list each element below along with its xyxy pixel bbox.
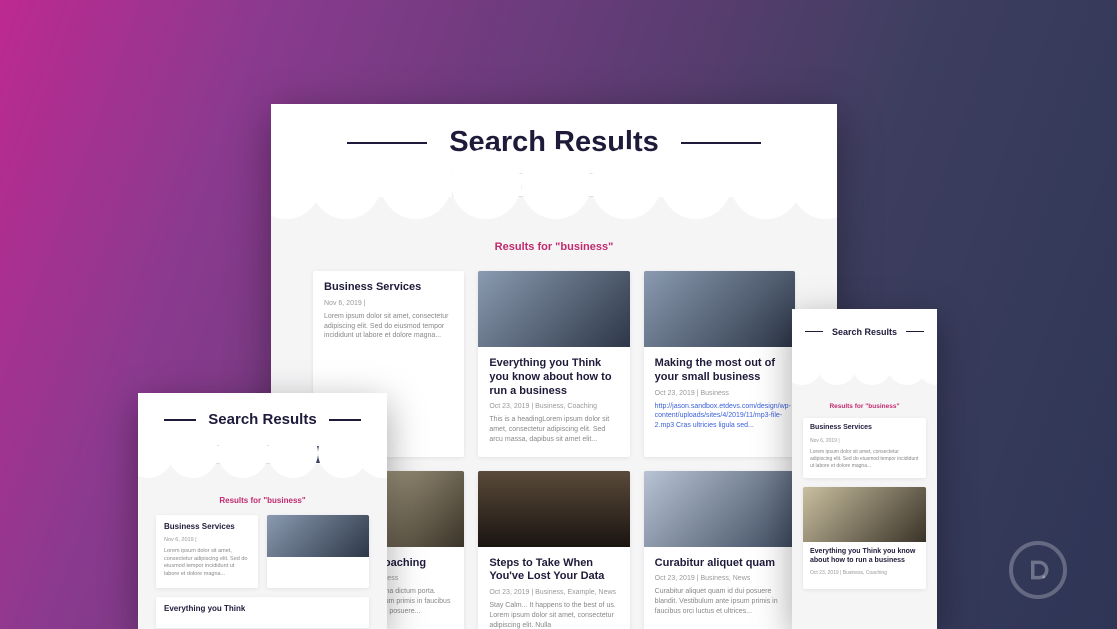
card-thumbnail <box>267 515 369 557</box>
result-card[interactable] <box>267 515 369 588</box>
result-card[interactable]: Everything you Think <box>156 597 369 628</box>
result-card[interactable]: Business Services Nov 6, 2019 | Lorem ip… <box>156 515 258 588</box>
card-title: Everything you Think you know about how … <box>810 548 919 566</box>
card-title: Curabitur aliquet quam <box>655 557 784 571</box>
card-excerpt: Lorem ipsum dolor sit amet, consectetur … <box>164 548 250 579</box>
results-label: Results for "business" <box>792 397 937 418</box>
card-title: Everything you Think you know about how … <box>489 357 618 398</box>
divider-line <box>347 142 427 144</box>
card-meta: Oct 23, 2019 | Business, News <box>655 575 784 582</box>
results-grid: Business Services Nov 6, 2019 | Lorem ip… <box>138 515 387 628</box>
tablet-preview: Search Results Search Results for "busin… <box>138 393 387 629</box>
card-meta: Nov 6, 2019 | <box>164 537 250 543</box>
divider-line <box>164 419 196 421</box>
card-excerpt: http://jason.sandbox.etdevs.com/design/w… <box>655 402 784 431</box>
card-meta: Oct 23, 2019 | Business, Coaching <box>810 570 919 576</box>
card-meta: Oct 23, 2019 | Business <box>655 390 784 397</box>
wave-divider <box>271 197 837 231</box>
card-excerpt: Lorem ipsum dolor sit amet, consectetur … <box>324 312 453 341</box>
divider-line <box>906 331 924 332</box>
card-title: Business Services <box>810 424 919 433</box>
result-card[interactable]: Everything you Think you know about how … <box>803 487 926 590</box>
divider-line <box>329 419 361 421</box>
card-title: Business Services <box>324 281 453 295</box>
divi-logo-icon <box>1009 541 1067 599</box>
divider-line <box>681 142 761 144</box>
result-card[interactable]: Everything you Think you know about how … <box>478 271 629 457</box>
result-card[interactable]: Business Services Nov 6, 2019 | Lorem ip… <box>803 418 926 478</box>
card-excerpt: Stay Calm... It happens to the best of u… <box>489 601 618 629</box>
card-meta: Oct 23, 2019 | Business, Coaching <box>489 403 618 410</box>
result-card[interactable]: Curabitur aliquet quam Oct 23, 2019 | Bu… <box>644 471 795 629</box>
page-title: Search Results <box>832 327 897 337</box>
card-thumbnail <box>803 487 926 542</box>
results-label: Results for "business" <box>138 490 387 515</box>
card-thumbnail <box>644 271 795 347</box>
card-thumbnail <box>478 471 629 547</box>
results-column: Business Services Nov 6, 2019 | Lorem ip… <box>792 418 937 589</box>
card-excerpt: This is a headingLorem ipsum dolor sit a… <box>489 415 618 444</box>
divider-line <box>805 331 823 332</box>
page-title: Search Results <box>208 411 316 428</box>
card-meta: Oct 23, 2019 | Business, Example, News <box>489 589 618 596</box>
card-title: Business Services <box>164 522 250 532</box>
card-thumbnail <box>478 271 629 347</box>
card-meta: Nov 6, 2019 | <box>324 300 453 307</box>
card-meta: Nov 6, 2019 | <box>810 438 919 444</box>
card-title: Steps to Take When You've Lost Your Data <box>489 557 618 585</box>
result-card[interactable]: Steps to Take When You've Lost Your Data… <box>478 471 629 629</box>
results-label: Results for "business" <box>271 231 837 271</box>
card-excerpt: Lorem ipsum dolor sit amet, consectetur … <box>810 449 919 470</box>
mobile-preview: Search Results Search Results for "busin… <box>792 309 937 629</box>
card-thumbnail <box>644 471 795 547</box>
result-card[interactable]: Making the most out of your small busine… <box>644 271 795 457</box>
wave-divider <box>138 464 387 490</box>
card-title: Making the most out of your small busine… <box>655 357 784 385</box>
wave-divider <box>792 375 937 397</box>
card-title: Everything you Think <box>164 604 361 614</box>
card-excerpt: Curabitur aliquet quam id dui posuere bl… <box>655 587 784 616</box>
